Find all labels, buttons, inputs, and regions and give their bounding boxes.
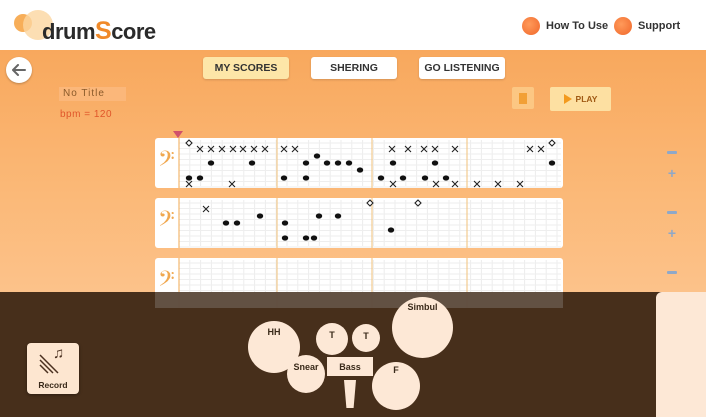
side-panel [656,292,706,417]
note [334,160,342,166]
staff-1[interactable]: 𝄢 [155,138,563,188]
plus-icon: + [667,165,677,181]
score-title-field[interactable]: No Title [59,87,126,101]
bass-clef-icon: 𝄢 [158,147,175,177]
note [548,160,556,166]
note [389,160,397,166]
how-to-use-label: How To Use [546,20,609,32]
note [281,220,289,226]
note [248,160,256,166]
drum-tom-1-label: T [329,330,335,340]
note [323,160,331,166]
bass-clef-icon: 𝄢 [158,207,175,237]
note [302,160,310,166]
drum-snare-label: Snear [293,362,319,372]
plus-icon: + [667,225,677,241]
note [222,220,230,226]
note [387,227,395,233]
staff-2-add-button[interactable]: + [666,225,678,241]
note [256,213,264,219]
staff-3-remove-button[interactable] [666,266,678,278]
staff-3-lower-shadow [155,292,563,308]
bpm-field[interactable]: bpm = 120 [60,109,112,120]
back-button[interactable] [6,57,32,83]
record-label: Record [38,380,68,390]
drum-hihat-label: HH [267,327,281,337]
minus-icon [667,210,677,214]
staff-2-remove-button[interactable] [666,206,678,218]
staff-2[interactable]: 𝄢 [155,198,563,248]
drum-bass[interactable]: Bass [327,357,373,376]
save-button[interactable] [512,87,534,109]
drum-tom-2[interactable]: T [352,324,380,352]
note [334,213,342,219]
note [399,175,407,181]
note [280,175,288,181]
cymbal-note [414,199,422,207]
drum-snare[interactable]: Snear [287,355,325,393]
orange-dot-icon [614,17,632,35]
staff-1-add-button[interactable]: + [666,165,678,181]
minus-icon [667,270,677,274]
note [421,175,429,181]
drum-tom-2-label: T [363,331,369,341]
how-to-use-link[interactable]: How To Use [522,16,608,36]
note [281,235,289,241]
note [207,160,215,166]
note [345,160,353,166]
note [196,175,204,181]
drum-cymbal-label: Simbul [407,302,438,312]
minus-icon [667,150,677,154]
note [233,220,241,226]
playhead-marker[interactable] [173,131,183,138]
note [185,175,193,181]
drum-tom-1[interactable]: T [316,323,348,355]
note [377,175,385,181]
drum-floor-tom[interactable]: F [372,362,420,410]
app-header: drumScore How To Use Support [0,0,706,50]
play-button[interactable]: PLAY [550,87,611,111]
cymbal-note [548,139,556,147]
play-label: PLAY [575,94,598,104]
cymbal-note [185,139,193,147]
arrow-left-icon [12,64,26,76]
orange-dot-icon [522,17,540,35]
staff-2-grid: 𝄢 [158,198,561,248]
note [313,153,321,159]
tab-go-listening[interactable]: GO LISTENING [419,57,505,79]
staff-1-grid: 𝄢 [158,138,561,188]
drum-cymbal[interactable]: Simbul [392,297,453,358]
note [356,167,364,173]
note [310,235,318,241]
staff-1-remove-button[interactable] [666,146,678,158]
note [302,175,310,181]
note [315,213,323,219]
support-label: Support [638,20,681,32]
record-button[interactable]: ♫ Record [27,343,79,394]
note [431,160,439,166]
note [442,175,450,181]
drum-floor-tom-label: F [393,365,399,375]
tab-my-scores[interactable]: MY SCORES [203,57,289,79]
note [302,235,310,241]
tab-shering[interactable]: SHERING [311,57,397,79]
save-icon [519,92,527,104]
drumscore-logo[interactable]: drumScore [14,10,164,46]
support-link[interactable]: Support [614,16,680,36]
music-note-icon: ♫ [53,345,65,362]
play-icon [563,94,572,104]
